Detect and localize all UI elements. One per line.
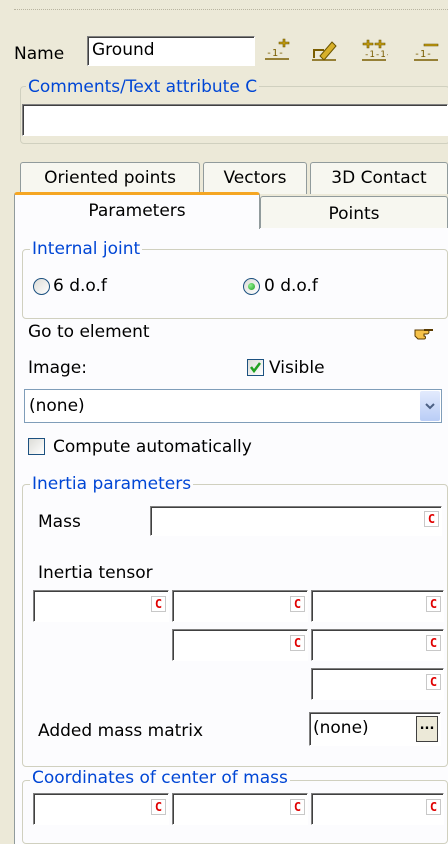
inertia-legend: Inertia parameters: [30, 474, 194, 494]
name-input[interactable]: Ground: [87, 36, 255, 66]
visible-label: Visible: [269, 358, 325, 378]
c-marker: C: [151, 799, 166, 815]
tab-vectors[interactable]: Vectors: [203, 162, 307, 194]
browse-button[interactable]: ...: [416, 716, 438, 742]
radio-6dof-label: 6 d.o.f: [53, 276, 107, 296]
image-select-value: (none): [29, 396, 85, 416]
added-mass-value: (none): [313, 718, 369, 738]
inertia-tensor-label: Inertia tensor: [38, 563, 153, 583]
tab-parameters[interactable]: Parameters: [14, 192, 260, 229]
chevron-down-icon: [425, 403, 435, 410]
c-marker: C: [426, 799, 441, 815]
c-marker: C: [151, 596, 166, 612]
c-marker: C: [424, 511, 439, 527]
added-mass-label: Added mass matrix: [38, 721, 204, 741]
com-x-input[interactable]: C: [33, 793, 169, 825]
c-marker: C: [290, 799, 305, 815]
c-marker: C: [426, 674, 441, 690]
add-multiple-icon[interactable]: -1-1-: [360, 38, 391, 62]
c-marker: C: [290, 635, 305, 651]
center-of-mass-legend: Coordinates of center of mass: [30, 768, 290, 788]
c-marker: C: [426, 635, 441, 651]
radio-selected-dot: [248, 283, 255, 290]
edit-icon[interactable]: [310, 38, 338, 62]
remove-icon[interactable]: -1-: [412, 38, 440, 62]
comments-input[interactable]: [22, 104, 448, 136]
mass-label: Mass: [38, 512, 81, 532]
tab-3d-contact[interactable]: 3D Contact: [310, 162, 448, 194]
tensor-xy-input[interactable]: C: [172, 590, 308, 622]
pointing-hand-icon[interactable]: [412, 322, 436, 342]
tab-points[interactable]: Points: [260, 196, 448, 228]
radio-0dof-label: 0 d.o.f: [264, 276, 318, 296]
svg-text:-1-1-: -1-1-: [364, 50, 388, 60]
comments-legend: Comments/Text attribute C: [26, 77, 260, 97]
tensor-zz-input[interactable]: C: [311, 668, 444, 700]
checkmark-icon: [250, 362, 261, 374]
tensor-xz-input[interactable]: C: [311, 590, 444, 622]
svg-text:-1-: -1-: [414, 49, 432, 60]
com-y-input[interactable]: C: [172, 793, 308, 825]
tensor-xx-input[interactable]: C: [33, 590, 169, 622]
top-separator: [14, 9, 448, 10]
com-z-input[interactable]: C: [311, 793, 444, 825]
compute-auto-label: Compute automatically: [53, 437, 252, 457]
mass-input[interactable]: C: [150, 506, 442, 536]
radio-6dof[interactable]: [33, 278, 50, 295]
name-value: Ground: [92, 40, 155, 60]
tensor-yz-input[interactable]: C: [311, 629, 444, 661]
radio-0dof[interactable]: [243, 278, 260, 295]
visible-checkbox[interactable]: [247, 359, 264, 376]
dropdown-button[interactable]: [420, 391, 440, 421]
goto-element-label: Go to element: [28, 322, 150, 342]
svg-text:-1-: -1-: [266, 48, 284, 59]
added-mass-input[interactable]: (none) ...: [309, 712, 441, 746]
c-marker: C: [426, 596, 441, 612]
image-label: Image:: [28, 358, 87, 378]
image-select[interactable]: (none): [24, 389, 442, 423]
c-marker: C: [290, 596, 305, 612]
tab-oriented-points[interactable]: Oriented points: [20, 162, 200, 194]
tensor-yy-input[interactable]: C: [172, 629, 308, 661]
compute-auto-checkbox[interactable]: [28, 438, 45, 455]
name-label: Name: [14, 44, 65, 64]
add-point-icon[interactable]: -1-: [263, 38, 291, 62]
internal-joint-legend: Internal joint: [30, 239, 143, 259]
